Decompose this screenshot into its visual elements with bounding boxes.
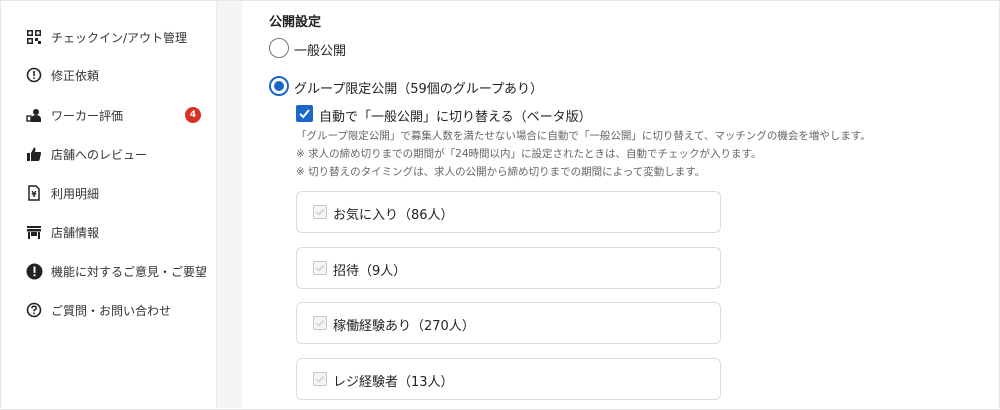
sidebar-item-worker-rating[interactable]: ワーカー評価 4: [1, 103, 216, 127]
note-description: 「グループ限定公開」で募集人数を満たせない場合に自動で「一般公開」に切り替えて、…: [296, 130, 871, 142]
sidebar-item-label: ご質問・お問い合わせ: [51, 303, 172, 318]
note-24h: ※ 求人の締め切りまでの期間が「24時間以内」に設定されたときは、自動でチェック…: [296, 148, 762, 160]
publish-settings-panel: 公開設定 一般公開 グループ限定公開（59個のグループあり） 自動で「一般公開」…: [243, 1, 997, 408]
receipt-icon: ¥: [25, 184, 43, 202]
sidebar-item-label: 利用明細: [51, 186, 100, 201]
note-timing: ※ 切り替えのタイミングは、求人の公開から締め切りまでの期間によって変動します。: [296, 166, 706, 178]
radio-public-label: 一般公開: [294, 44, 347, 59]
sidebar-item-label: 店舗情報: [51, 225, 100, 240]
feedback-icon: [25, 262, 43, 280]
thumbs-up-icon: [25, 145, 43, 163]
content-gutter: [217, 1, 242, 408]
sidebar-item-correction[interactable]: 修正依頼: [1, 63, 216, 87]
sidebar-item-statement[interactable]: ¥ 利用明細: [1, 181, 216, 205]
group-option-experienced[interactable]: 稼働経験あり（270人）: [296, 302, 721, 344]
sidebar-item-store-info[interactable]: 店舗情報: [1, 220, 216, 244]
check-icon: [316, 209, 325, 216]
sidebar-item-label: ワーカー評価: [51, 108, 124, 123]
sidebar-item-label: 修正依頼: [51, 68, 100, 83]
store-icon: [25, 223, 43, 241]
check-icon: [316, 320, 325, 327]
auto-switch-checkbox[interactable]: [296, 105, 313, 122]
group-checkbox[interactable]: [313, 261, 327, 275]
worker-rating-icon: [25, 106, 43, 124]
notification-badge: 4: [185, 107, 201, 123]
section-title: 公開設定: [269, 15, 322, 30]
sidebar-item-label: チェックイン/アウト管理: [51, 30, 188, 45]
sidebar: チェックイン/アウト管理 修正依頼 ワーカー評価 4 店舗へのレビュー ¥ 利用…: [1, 1, 217, 408]
auto-switch-label: 自動で「一般公開」に切り替える（ベータ版）: [319, 110, 592, 125]
group-option-favorites[interactable]: お気に入り（86人）: [296, 191, 721, 233]
group-checkbox[interactable]: [313, 205, 327, 219]
group-label: レジ経験者（13人）: [333, 375, 454, 390]
group-checkbox[interactable]: [313, 316, 327, 330]
sidebar-item-checkin[interactable]: チェックイン/アウト管理: [1, 25, 216, 49]
alert-circle-icon: [25, 66, 43, 84]
check-icon: [316, 376, 325, 383]
check-icon: [316, 265, 325, 272]
group-option-invited[interactable]: 招待（9人）: [296, 247, 721, 289]
check-icon: [299, 109, 310, 119]
sidebar-item-store-review[interactable]: 店舗へのレビュー: [1, 142, 216, 166]
group-checkbox[interactable]: [313, 372, 327, 386]
radio-group-limited[interactable]: [269, 76, 289, 96]
group-label: 招待（9人）: [333, 264, 407, 279]
help-icon: [25, 301, 43, 319]
sidebar-item-contact[interactable]: ご質問・お問い合わせ: [1, 298, 216, 322]
radio-group-limited-label: グループ限定公開（59個のグループあり）: [294, 82, 543, 97]
sidebar-item-label: 機能に対するご意見・ご要望: [51, 264, 208, 279]
sidebar-item-feedback[interactable]: 機能に対するご意見・ご要望: [1, 259, 216, 283]
sidebar-item-label: 店舗へのレビュー: [51, 147, 148, 162]
radio-public[interactable]: [269, 38, 289, 58]
group-option-register[interactable]: レジ経験者（13人）: [296, 358, 721, 400]
group-label: お気に入り（86人）: [333, 208, 454, 223]
group-label: 稼働経験あり（270人）: [333, 319, 475, 334]
qr-code-icon: [25, 28, 43, 46]
svg-text:¥: ¥: [31, 190, 37, 199]
